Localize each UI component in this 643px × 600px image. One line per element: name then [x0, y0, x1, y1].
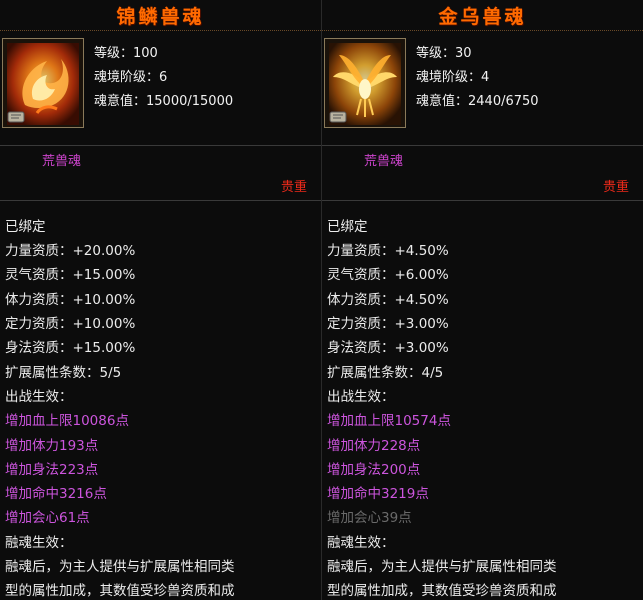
battle-effect-inactive: 增加会心39点	[327, 510, 412, 526]
fusion-description-line: 型的属性加成，其数值受珍兽资质和成	[5, 583, 235, 599]
extension-count-row: 扩展属性条数：5/5	[5, 361, 121, 381]
aptitude-label: 力量资质：	[327, 243, 395, 259]
aptitude-row: 定力资质：+3.00%	[327, 312, 449, 332]
realm-value: 6	[159, 70, 168, 85]
soul-title: 金乌兽魂	[438, 6, 527, 28]
aptitude-value: +6.00%	[394, 267, 449, 283]
soul-type: 荒兽魂	[42, 154, 82, 169]
realm-stat: 魂境阶级：6	[94, 66, 167, 85]
aptitude-value: +10.00%	[72, 316, 136, 332]
left-soul-panel: 锦鳞兽魂 等级：100 魂境阶级：6 魂意值：15000/15000 荒兽魂 贵…	[0, 0, 321, 600]
scroll-badge-icon	[329, 109, 347, 123]
fusion-description-line: 型的属性加成，其数值受珍兽资质和成	[327, 583, 557, 599]
fusion-effect-title: 融魂生效：	[327, 535, 395, 551]
realm-label: 魂境阶级：	[416, 70, 482, 85]
aptitude-row: 体力资质：+10.00%	[5, 288, 135, 308]
battle-effect-title: 出战生效：	[327, 389, 395, 405]
fusion-effect-title: 融魂生效：	[5, 535, 73, 551]
section-divider	[322, 145, 643, 146]
soul-value-stat: 魂意值：2440/6750	[416, 90, 539, 109]
soul-value: 15000/15000	[146, 94, 234, 109]
aptitude-value: +3.00%	[394, 316, 449, 332]
title-divider	[0, 30, 321, 31]
aptitude-row: 定力资质：+10.00%	[5, 312, 135, 332]
fusion-description-line: 融魂后，为主人提供与扩展属性相同类	[5, 559, 235, 575]
aptitude-label: 灵气资质：	[5, 267, 73, 283]
section-divider	[322, 200, 643, 201]
soul-value: 2440/6750	[468, 94, 539, 109]
right-soul-panel: 金乌兽魂 等级：30 魂境阶级：4 魂意值：2440/6750 荒兽魂 贵重 已…	[322, 0, 643, 600]
bound-status: 已绑定	[327, 219, 368, 235]
soul-icon-frame[interactable]	[324, 38, 406, 128]
aptitude-label: 体力资质：	[327, 292, 395, 308]
aptitude-label: 灵气资质：	[327, 267, 395, 283]
soul-quality: 贵重	[280, 180, 307, 195]
bound-status: 已绑定	[5, 219, 46, 235]
aptitude-label: 定力资质：	[327, 316, 395, 332]
soul-title: 锦鳞兽魂	[116, 6, 205, 28]
aptitude-value: +10.00%	[72, 292, 136, 308]
extension-count-value: 5/5	[99, 365, 122, 381]
level-value: 30	[455, 46, 472, 61]
battle-effect: 增加命中3216点	[5, 486, 107, 502]
aptitude-row: 身法资质：+3.00%	[327, 336, 449, 356]
soul-type: 荒兽魂	[364, 154, 404, 169]
realm-stat: 魂境阶级：4	[416, 66, 489, 85]
battle-effect: 增加血上限10086点	[5, 413, 129, 429]
aptitude-label: 定力资质：	[5, 316, 73, 332]
fusion-description-line: 融魂后，为主人提供与扩展属性相同类	[327, 559, 557, 575]
aptitude-label: 体力资质：	[5, 292, 73, 308]
aptitude-value: +15.00%	[72, 340, 136, 356]
aptitude-value: +3.00%	[394, 340, 449, 356]
extension-count-label: 扩展属性条数：	[327, 365, 422, 381]
title-divider	[322, 30, 643, 31]
aptitude-value: +15.00%	[72, 267, 136, 283]
soul-value-label: 魂意值：	[94, 94, 147, 109]
battle-effect: 增加体力228点	[327, 438, 421, 454]
battle-effect-title: 出战生效：	[5, 389, 73, 405]
scroll-badge-icon	[7, 109, 25, 123]
section-divider	[0, 145, 321, 146]
level-stat: 等级：30	[416, 42, 472, 61]
realm-value: 4	[481, 70, 490, 85]
section-divider	[0, 200, 321, 201]
aptitude-row: 灵气资质：+6.00%	[327, 263, 449, 283]
level-stat: 等级：100	[94, 42, 158, 61]
extension-count-value: 4/5	[421, 365, 444, 381]
aptitude-row: 灵气资质：+15.00%	[5, 263, 135, 283]
battle-effect: 增加命中3219点	[327, 486, 429, 502]
aptitude-row: 力量资质：+4.50%	[327, 239, 449, 259]
aptitude-value: +20.00%	[72, 243, 136, 259]
level-label: 等级：	[416, 46, 456, 61]
soul-icon-frame[interactable]	[2, 38, 84, 128]
battle-effect: 增加身法223点	[5, 462, 99, 478]
battle-effect: 增加血上限10574点	[327, 413, 451, 429]
soul-quality: 贵重	[602, 180, 629, 195]
aptitude-label: 身法资质：	[5, 340, 73, 356]
realm-label: 魂境阶级：	[94, 70, 160, 85]
level-value: 100	[133, 46, 158, 61]
battle-effect: 增加会心61点	[5, 510, 90, 526]
soul-value-stat: 魂意值：15000/15000	[94, 90, 233, 109]
battle-effect: 增加身法200点	[327, 462, 421, 478]
aptitude-row: 力量资质：+20.00%	[5, 239, 135, 259]
aptitude-label: 力量资质：	[5, 243, 73, 259]
level-label: 等级：	[94, 46, 134, 61]
extension-count-row: 扩展属性条数：4/5	[327, 361, 443, 381]
soul-value-label: 魂意值：	[416, 94, 469, 109]
extension-count-label: 扩展属性条数：	[5, 365, 100, 381]
aptitude-value: +4.50%	[394, 243, 449, 259]
aptitude-row: 体力资质：+4.50%	[327, 288, 449, 308]
aptitude-label: 身法资质：	[327, 340, 395, 356]
battle-effect: 增加体力193点	[5, 438, 99, 454]
aptitude-value: +4.50%	[394, 292, 449, 308]
aptitude-row: 身法资质：+15.00%	[5, 336, 135, 356]
soul-comparison-tooltip: 锦鳞兽魂 等级：100 魂境阶级：6 魂意值：15000/15000 荒兽魂 贵…	[0, 0, 643, 600]
